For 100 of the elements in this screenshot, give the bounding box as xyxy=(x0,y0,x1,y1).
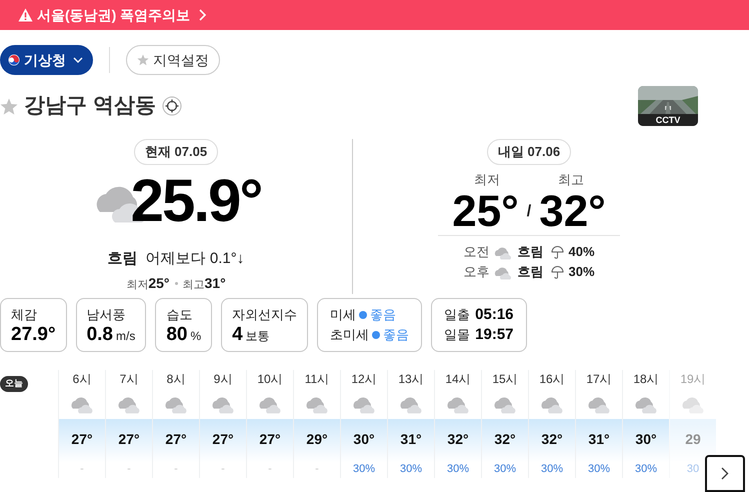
hour-temperature: 27° xyxy=(164,430,188,449)
rain-chance: 30% xyxy=(568,263,595,282)
low-label: 최저 xyxy=(126,278,148,293)
stat-value: 4 xyxy=(232,324,243,346)
hour-label: 6시 xyxy=(72,371,92,388)
stat-label: 습도 xyxy=(166,306,194,324)
hour-temperature: 30° xyxy=(352,430,376,449)
star-icon xyxy=(137,54,149,66)
hour-temperature: 31° xyxy=(587,430,611,449)
low-temperature: 25° xyxy=(452,190,519,234)
hour-label: 19시 xyxy=(679,371,707,388)
rain-chance: 30% xyxy=(446,462,470,477)
emblem-icon xyxy=(8,54,20,66)
high-temperature: 31° xyxy=(204,274,226,293)
rain-chance: - xyxy=(314,462,320,477)
cloud-icon xyxy=(493,264,514,280)
target-icon xyxy=(162,96,182,116)
hour-label: 8시 xyxy=(166,371,186,388)
hour-temperature: 27° xyxy=(117,430,141,449)
alert-banner[interactable]: 서울(동남권) 폭염주의보 xyxy=(0,0,749,30)
stat-value: 좋음 xyxy=(383,326,410,344)
rain-chance: 30 xyxy=(686,462,700,477)
rain-chance: 30% xyxy=(398,462,424,477)
star-icon[interactable] xyxy=(0,98,18,114)
chevron-right-icon xyxy=(198,9,208,21)
alert-text: 서울(동남권) 폭염주의보 xyxy=(37,6,190,25)
rain-chance: - xyxy=(220,462,226,477)
stat-value: 80 xyxy=(166,324,188,346)
period-label: 오후 xyxy=(463,263,490,282)
rain-chance: 30% xyxy=(634,462,658,477)
low-label: 최저 xyxy=(474,170,500,188)
hour-temperature: 32° xyxy=(493,430,517,449)
stat-label: 자외선지수 xyxy=(232,306,298,324)
rain-chance: 30% xyxy=(586,462,612,477)
date-label: 내일 07.06 xyxy=(486,139,572,164)
stat-unit: % xyxy=(190,330,202,343)
stat-label: 일몰 xyxy=(444,326,470,344)
chevron-down-icon xyxy=(73,56,83,64)
stat-unit: m/s xyxy=(116,330,136,343)
rain-chance: - xyxy=(267,462,273,477)
current-temperature: 25.9° xyxy=(130,171,262,231)
hour-temperature: 27° xyxy=(211,430,235,449)
day-badge: 오늘 xyxy=(0,376,28,392)
source-button[interactable]: 기상청 xyxy=(0,45,93,75)
rain-chance: - xyxy=(79,462,85,477)
umbrella-icon xyxy=(551,266,564,278)
high-label: 최고 xyxy=(182,278,204,293)
hour-temperature: 32° xyxy=(540,430,564,449)
hour-label: 15시 xyxy=(491,371,519,388)
comparison-text: 어제보다 0.1°↓ xyxy=(146,248,244,268)
separator: / xyxy=(526,202,532,222)
rain-chance: - xyxy=(173,462,179,477)
hour-label: 13시 xyxy=(397,371,425,388)
stat-label: 일출 xyxy=(444,306,470,324)
region-button[interactable]: 지역설정 xyxy=(126,45,220,75)
condition-text: 흐림 xyxy=(517,243,544,262)
stat-value: 좋음 xyxy=(370,306,396,324)
rain-chance: 30% xyxy=(352,462,376,477)
umbrella-icon xyxy=(551,246,564,258)
hour-temperature: 32° xyxy=(446,430,470,449)
hour-temperature: 27° xyxy=(258,430,282,449)
period-label: 오전 xyxy=(463,243,490,262)
stat-value: 19:57 xyxy=(475,324,514,345)
hour-label: 7시 xyxy=(118,371,140,388)
low-temperature: 25° xyxy=(148,274,170,293)
hour-temperature: 29° xyxy=(305,430,329,449)
hour-label: 9시 xyxy=(212,371,234,388)
cctv-label: CCTV xyxy=(638,114,698,126)
chevron-right-icon xyxy=(721,467,729,480)
hour-label: 14시 xyxy=(444,371,472,388)
warning-icon xyxy=(18,8,33,22)
hour-temperature: 29 xyxy=(684,430,702,449)
hour-label: 17시 xyxy=(585,371,613,388)
date-label: 현재 07.05 xyxy=(134,139,218,164)
stat-label: 체감 xyxy=(11,306,38,324)
condition-text: 흐림 xyxy=(517,263,544,282)
condition-text: 흐림 xyxy=(108,248,138,268)
rain-chance: 40% xyxy=(568,243,595,262)
hour-label: 10시 xyxy=(256,371,284,388)
next-button[interactable] xyxy=(705,455,745,492)
location-name: 강남구 역삼동 xyxy=(24,93,156,120)
hour-temperature: 31° xyxy=(399,430,423,449)
stat-unit: 보통 xyxy=(246,330,270,343)
hour-temperature: 30° xyxy=(634,430,658,449)
hour-label: 11시 xyxy=(304,371,330,388)
stat-label: 남서풍 xyxy=(86,306,127,324)
hour-label: 16시 xyxy=(538,371,566,388)
high-temperature: 32° xyxy=(539,190,606,234)
stat-label: 초미세 xyxy=(330,326,370,344)
stat-value: 05:16 xyxy=(475,304,514,325)
stat-value: 0.8 xyxy=(86,324,113,346)
cctv-thumbnail[interactable]: CCTV xyxy=(638,86,698,126)
hour-temperature: 27° xyxy=(70,430,94,449)
cloud-icon xyxy=(493,244,514,260)
stat-label: 미세 xyxy=(330,306,356,324)
stat-value: 27.9° xyxy=(11,324,56,346)
rain-chance: 30% xyxy=(540,462,564,477)
rain-chance: 30% xyxy=(492,462,518,477)
hour-label: 18시 xyxy=(632,371,660,388)
high-label: 최고 xyxy=(558,170,584,188)
